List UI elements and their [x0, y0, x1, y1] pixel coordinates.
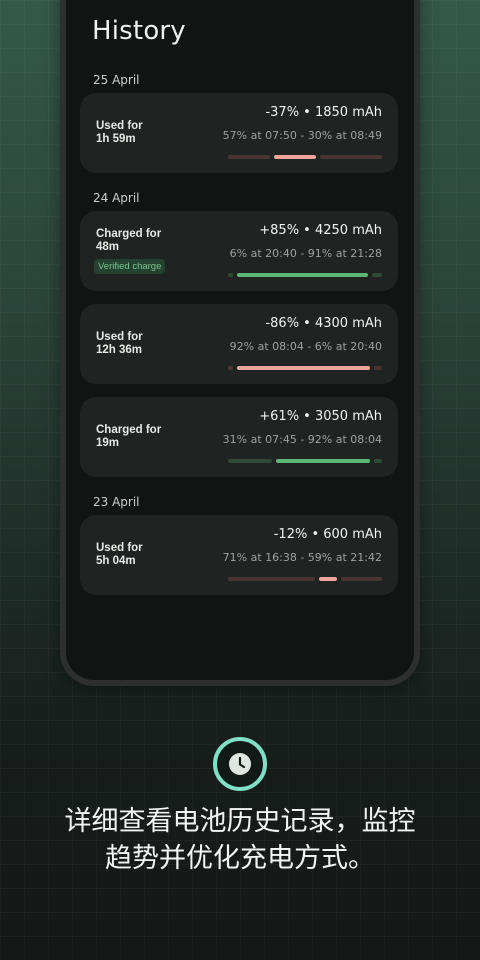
history-entry-card[interactable]: Used for 5h 04m -12% • 600 mAh 71% at 16…	[80, 515, 398, 595]
entry-duration: 5h 04m	[96, 555, 136, 567]
battery-level-bar	[228, 366, 382, 370]
date-header: 24 April	[93, 191, 140, 205]
history-feature-icon	[213, 737, 267, 791]
bar-track-left	[228, 577, 315, 581]
bar-track-right	[341, 577, 382, 581]
entry-range: 92% at 08:04 - 6% at 20:40	[229, 340, 382, 353]
bar-fill	[237, 366, 370, 370]
entry-range: 31% at 07:45 - 92% at 08:04	[222, 433, 382, 446]
promo-line-1: 详细查看电池历史记录，监控	[64, 806, 416, 837]
clock-icon	[229, 753, 251, 775]
entry-summary: -37% • 1850 mAh	[265, 105, 382, 120]
entry-label-line1: Used for	[96, 542, 143, 554]
entry-label: Used for 12h 36m	[96, 331, 143, 357]
date-header: 25 April	[93, 73, 140, 87]
history-entry-card[interactable]: Used for 1h 59m -37% • 1850 mAh 57% at 0…	[80, 93, 398, 173]
entry-label-line1: Used for	[96, 120, 143, 132]
bar-track-left	[228, 273, 233, 277]
history-entry-card[interactable]: Charged for 19m +61% • 3050 mAh 31% at 0…	[80, 397, 398, 477]
entry-summary: -12% • 600 mAh	[273, 527, 382, 542]
entry-summary: -86% • 4300 mAh	[265, 316, 382, 331]
battery-level-bar	[228, 273, 382, 277]
entry-label-line1: Charged for	[96, 424, 162, 436]
bar-track-right	[372, 273, 382, 277]
history-entry-card[interactable]: Used for 12h 36m -86% • 4300 mAh 92% at …	[80, 304, 398, 384]
entry-range: 6% at 20:40 - 91% at 21:28	[229, 247, 382, 260]
battery-level-bar	[228, 155, 382, 159]
bar-fill	[276, 459, 370, 463]
history-entry-card[interactable]: Charged for 48m Verified charge +85% • 4…	[80, 211, 398, 291]
bar-fill	[319, 577, 337, 581]
bar-track-left	[228, 155, 270, 159]
bar-track-left	[228, 459, 272, 463]
entry-label: Charged for 19m	[96, 424, 161, 450]
date-header: 23 April	[93, 495, 140, 509]
entry-range: 71% at 16:38 - 59% at 21:42	[222, 551, 382, 564]
entry-duration: 1h 59m	[96, 133, 136, 145]
entry-duration: 12h 36m	[96, 344, 143, 356]
battery-level-bar	[228, 459, 382, 463]
bar-track-right	[374, 366, 382, 370]
bar-track-right	[320, 155, 382, 159]
battery-level-bar	[228, 577, 382, 581]
entry-summary: +61% • 3050 mAh	[259, 409, 382, 424]
entry-label-line1: Used for	[96, 331, 143, 343]
entry-label-line1: Charged for	[96, 228, 162, 240]
page-title: History	[92, 16, 186, 46]
entry-label: Charged for 48m	[96, 228, 161, 254]
entry-range: 57% at 07:50 - 30% at 08:49	[222, 129, 382, 142]
entry-summary: +85% • 4250 mAh	[259, 223, 382, 238]
bar-track-left	[228, 366, 233, 370]
bar-fill	[274, 155, 316, 159]
phone-screen: History 25 April Used for 1h 59m -37% • …	[66, 0, 414, 680]
promo-text: 详细查看电池历史记录，监控 趋势并优化充电方式。	[0, 803, 480, 877]
verified-charge-badge: Verified charge	[94, 259, 166, 274]
bar-fill	[237, 273, 368, 277]
entry-duration: 19m	[96, 437, 120, 449]
entry-label: Used for 1h 59m	[96, 120, 143, 146]
entry-duration: 48m	[96, 241, 120, 253]
phone-frame: History 25 April Used for 1h 59m -37% • …	[60, 0, 420, 686]
bar-track-right	[374, 459, 382, 463]
entry-label: Used for 5h 04m	[96, 542, 143, 568]
promo-line-2: 趋势并优化充电方式。	[105, 843, 375, 874]
